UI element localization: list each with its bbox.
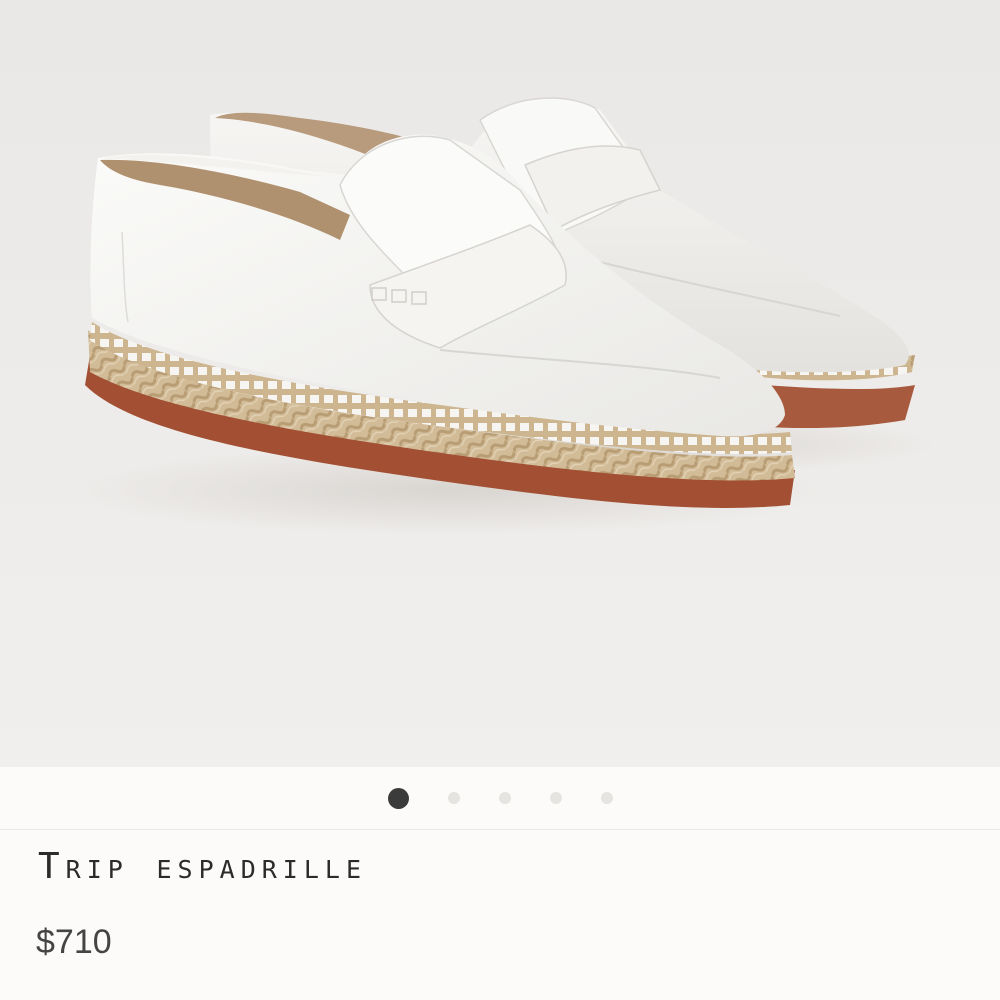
divider — [0, 829, 1000, 830]
carousel-dot-5[interactable] — [600, 792, 613, 804]
carousel-pagination — [0, 767, 1000, 829]
product-page: Trip espadrille $710 — [0, 0, 1000, 1000]
carousel-dot-4[interactable] — [549, 792, 562, 804]
carousel-dot-3[interactable] — [498, 792, 511, 804]
product-image[interactable] — [0, 0, 1000, 767]
product-image-carousel[interactable] — [0, 0, 1000, 767]
carousel-dot-1[interactable] — [387, 787, 409, 809]
product-price: $710 — [36, 923, 112, 961]
carousel-dot-2[interactable] — [447, 792, 460, 804]
product-title: Trip espadrille — [38, 846, 368, 887]
